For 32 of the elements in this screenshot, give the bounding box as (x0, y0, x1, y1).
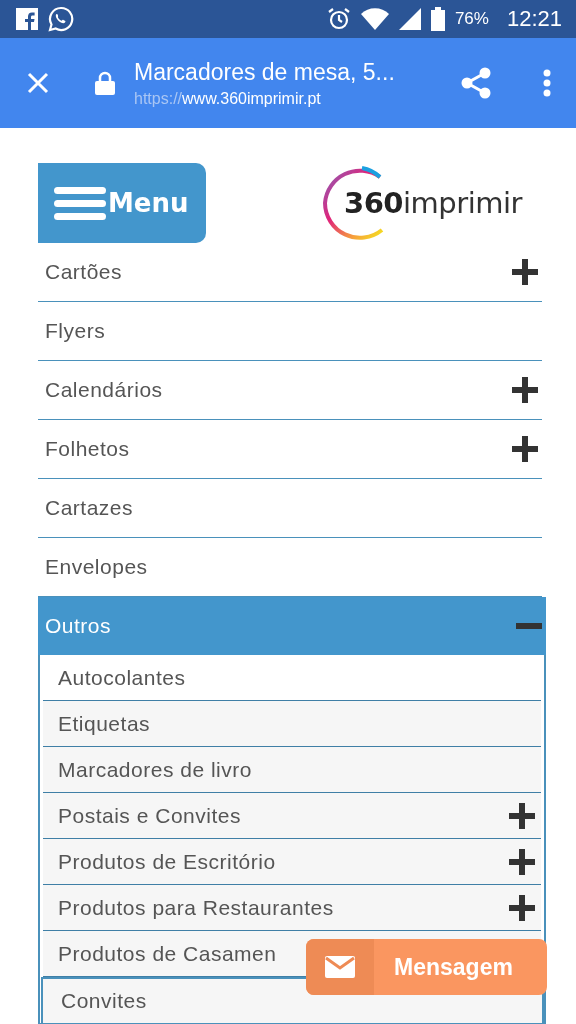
signal-icon (398, 8, 421, 30)
logo-text: 360imprimir (344, 186, 522, 220)
close-icon[interactable] (27, 72, 49, 94)
plus-icon[interactable] (512, 259, 538, 285)
wifi-icon (360, 8, 389, 30)
plus-icon[interactable] (509, 848, 535, 875)
submenu-item[interactable]: Autocolantes (58, 665, 186, 690)
submenu-item[interactable]: Postais e Convites (58, 803, 241, 828)
battery-percent: 76% (454, 9, 489, 29)
plus-icon[interactable] (509, 894, 535, 921)
facebook-icon (16, 8, 38, 30)
more-options-icon[interactable] (543, 69, 551, 97)
lock-icon (95, 71, 115, 95)
menu-icon (54, 185, 106, 221)
envelope-icon (325, 956, 355, 978)
menu-item[interactable]: Flyers (38, 302, 542, 361)
plus-icon[interactable] (512, 377, 538, 403)
menu-item[interactable]: Calendários (38, 361, 542, 420)
submenu-item[interactable]: Convites (61, 989, 147, 1013)
clock-time: 12:21 (506, 6, 562, 32)
submenu-item[interactable]: Etiquetas (58, 711, 151, 736)
menu-item[interactable]: Cartazes (38, 479, 542, 538)
plus-icon[interactable] (512, 436, 538, 462)
menu-item[interactable]: Cartões (38, 243, 542, 302)
battery-icon (430, 7, 445, 31)
share-icon[interactable] (461, 67, 491, 99)
alarm-clock-icon (326, 7, 351, 31)
menu-item[interactable]: Folhetos (38, 420, 542, 479)
page-url: https://www.360imprimir.pt (134, 89, 321, 108)
chat-bubble-icon (48, 6, 74, 32)
page-title: Marcadores de mesa, 5... (134, 58, 396, 86)
plus-icon[interactable] (509, 802, 535, 829)
